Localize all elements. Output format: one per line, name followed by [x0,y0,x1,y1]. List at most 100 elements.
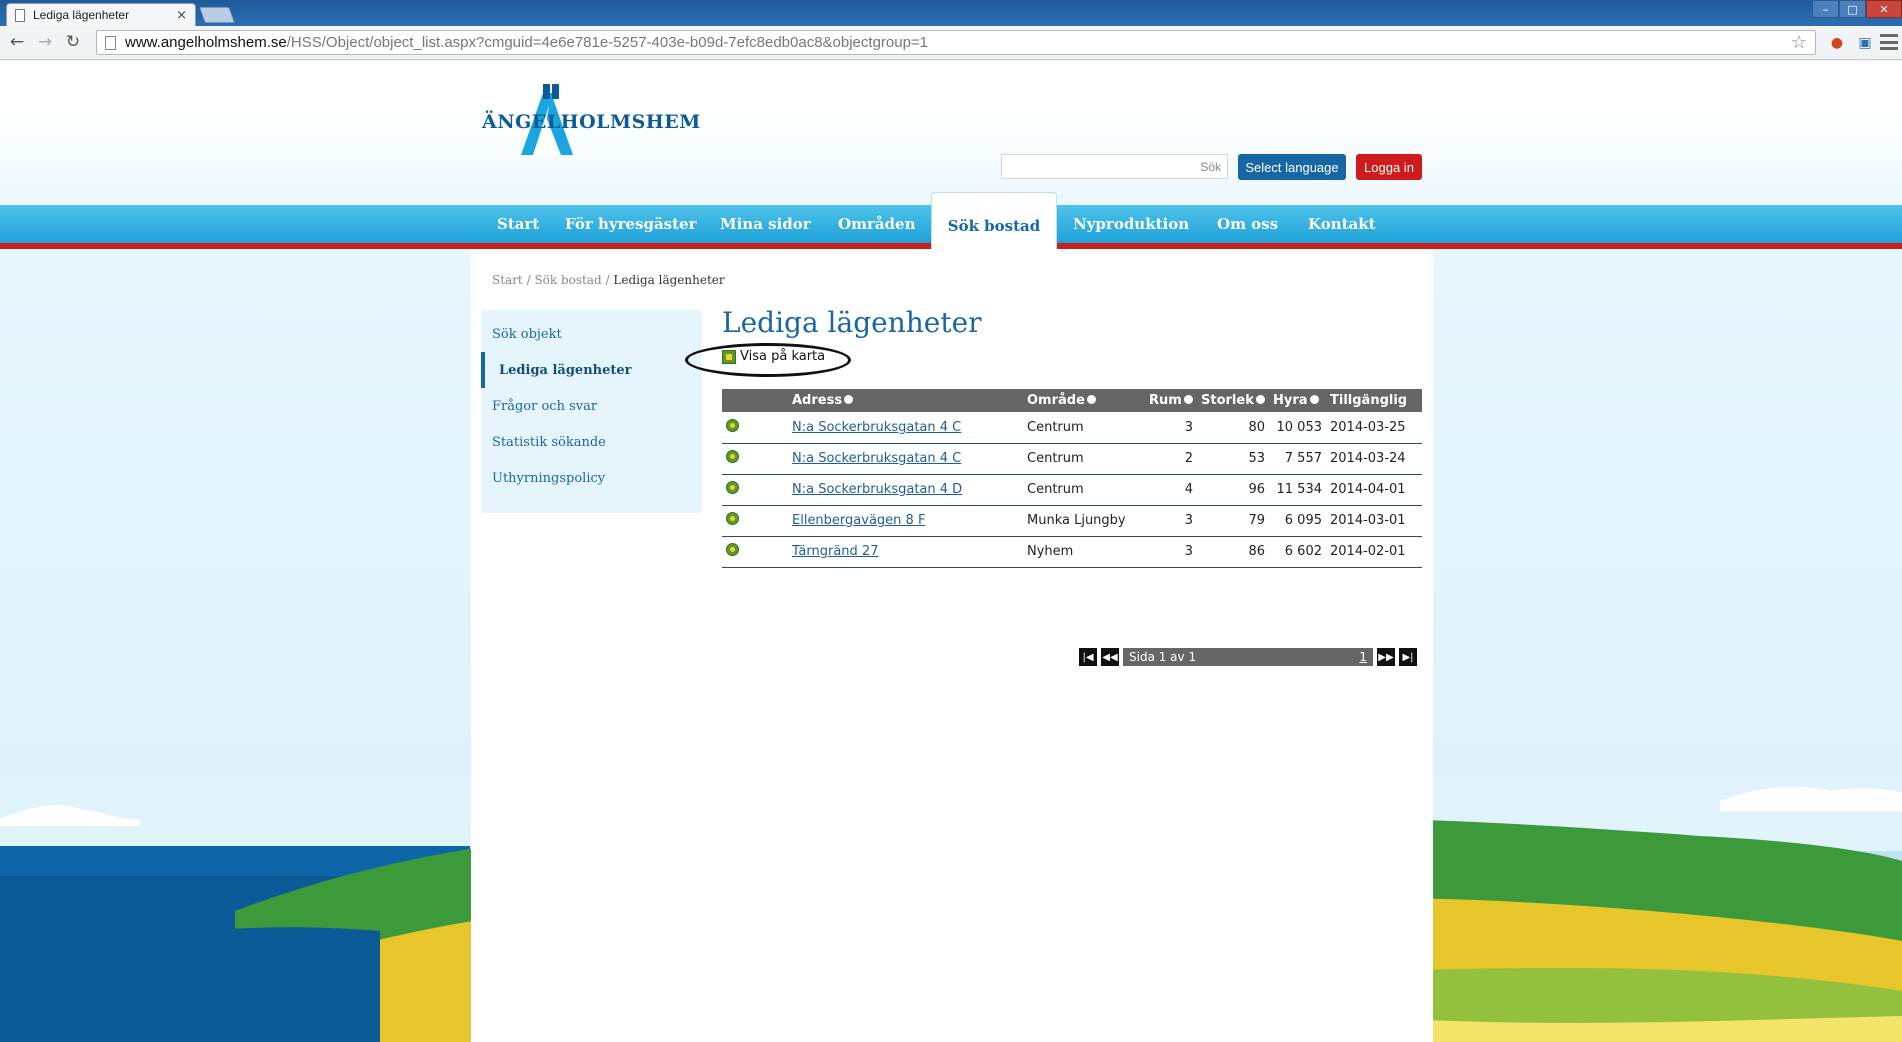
browser-title-bar: Lediga lägenheter × – □ ✕ [0,0,1902,26]
sidebar-item-lediga-lagenheter[interactable]: Lediga lägenheter [481,352,702,388]
breadcrumb: Start / Sök bostad / Lediga lägenheter [492,273,725,287]
sort-icon [844,395,854,404]
address-link[interactable]: N:a Sockerbruksgatan 4 D [792,482,962,497]
search-label: Sök [1200,159,1221,174]
pagination: |◀ ◀◀ Sida 1 av 1 1 ▶▶ ▶| [1079,648,1421,666]
nav-item-start[interactable]: Start [497,205,539,243]
browser-menu-icon[interactable] [1880,34,1898,50]
reload-button[interactable]: ↻ [62,31,84,53]
cell-rooms: 3 [1145,536,1197,568]
select-language-button[interactable]: Select language [1238,154,1346,180]
tab-title: Lediga lägenheter [33,8,130,22]
cell-area: Munka Ljungby [1023,505,1145,537]
cell-address: N:a Sockerbruksgatan 4 D [788,474,1023,506]
page-title: Lediga lägenheter [722,306,982,339]
nav-item-nyproduktion[interactable]: Nyproduktion [1073,205,1189,243]
cell-size: 86 [1197,536,1269,568]
previous-page-button[interactable]: ◀◀ [1101,648,1119,666]
sidebar-item-fragor-och-svar[interactable]: Frågor och svar [481,388,702,424]
address-link[interactable]: Tärngränd 27 [792,544,878,559]
cell-rooms: 3 [1145,412,1197,444]
login-button[interactable]: Logga in [1356,154,1422,180]
cell-size: 79 [1197,505,1269,537]
last-page-button[interactable]: ▶| [1399,648,1417,666]
sidebar-item-statistik-sokande[interactable]: Statistik sökande [481,424,702,460]
maximize-button[interactable]: □ [1839,0,1866,18]
first-page-button[interactable]: |◀ [1079,648,1097,666]
cell-area: Centrum [1023,443,1145,475]
cell-size: 80 [1197,412,1269,444]
sidebar-item-sok-objekt[interactable]: Sök objekt [481,316,702,352]
sidebar: Sök objekt Lediga lägenheter Frågor och … [481,310,702,513]
page-number-link[interactable]: 1 [1359,650,1367,664]
back-button[interactable]: ← [6,31,28,53]
highlight-ellipse [685,343,851,377]
column-header-hyra[interactable]: Hyra [1269,389,1326,412]
breadcrumb-separator: / [601,273,614,287]
breadcrumb-link-start[interactable]: Start [492,273,523,287]
search-input[interactable]: Sök [1001,154,1228,179]
url-host: www.angelholmshem.se [125,34,287,51]
bookmark-star-icon[interactable]: ☆ [1791,32,1807,53]
cell-address: N:a Sockerbruksgatan 4 C [788,412,1023,444]
column-header-rum[interactable]: Rum [1145,389,1197,412]
address-link[interactable]: N:a Sockerbruksgatan 4 C [792,451,961,466]
new-tab-button[interactable] [199,7,235,23]
address-bar[interactable]: www.angelholmshem.se/HSS/Object/object_l… [96,30,1816,55]
nav-item-om-oss[interactable]: Om oss [1217,205,1278,243]
cell-size: 53 [1197,443,1269,475]
cell-address: Ellenbergavägen 8 F [788,505,1023,537]
sort-icon [1309,395,1319,404]
cell-available: 2014-03-24 [1326,443,1422,475]
table-row: N:a Sockerbruksgatan 4 C Centrum 3 80 10… [722,412,1422,444]
cell-rent: 6 095 [1269,505,1326,537]
map-pin-icon[interactable] [726,418,739,432]
forward-button[interactable]: → [34,31,56,53]
cell-rooms: 2 [1145,443,1197,475]
browser-toolbar: ← → ↻ www.angelholmshem.se/HSS/Object/ob… [0,26,1902,60]
map-pin-icon[interactable] [726,481,739,494]
column-header-omrade[interactable]: Område [1023,389,1145,412]
cell-available: 2014-03-25 [1326,412,1422,444]
cell-rent: 6 602 [1269,536,1326,568]
address-link[interactable]: N:a Sockerbruksgatan 4 C [792,420,961,435]
breadcrumb-link-sok-bostad[interactable]: Sök bostad [534,273,601,287]
address-link[interactable]: Ellenbergavägen 8 F [792,513,925,528]
cell-area: Centrum [1023,474,1145,506]
minimize-button[interactable]: – [1812,0,1839,18]
page-icon [105,35,116,50]
apartments-table: Adress Område Rum Storlek Hyra Tillgängl… [722,389,1422,568]
cell-size: 96 [1197,474,1269,506]
breadcrumb-separator: / [522,273,535,287]
next-page-button[interactable]: ▶▶ [1377,648,1395,666]
nav-item-for-hyresgaster[interactable]: För hyresgäster [565,205,697,243]
column-header-storlek[interactable]: Storlek [1197,389,1269,412]
sidebar-item-uthyrningspolicy[interactable]: Uthyrningspolicy [481,460,702,496]
extension-icon[interactable]: ▣ [1854,32,1876,54]
cell-rooms: 3 [1145,505,1197,537]
browser-tab[interactable]: Lediga lägenheter × [6,3,196,26]
nav-item-kontakt[interactable]: Kontakt [1308,205,1376,243]
map-pin-icon[interactable] [726,512,739,525]
table-row: Ellenbergavägen 8 F Munka Ljungby 3 79 6… [722,505,1422,537]
map-pin-icon[interactable] [726,543,739,556]
table-row: N:a Sockerbruksgatan 4 C Centrum 2 53 7 … [722,443,1422,475]
column-header-adress[interactable]: Adress [788,389,1023,412]
table-header-row: Adress Område Rum Storlek Hyra Tillgängl… [722,389,1422,412]
web-page: ÄNGELHOLMSHEM Sök Select language Logga … [0,61,1902,1042]
column-header-tillganglig[interactable]: Tillgänglig [1326,389,1422,412]
nav-item-mina-sidor[interactable]: Mina sidor [720,205,811,243]
close-window-button[interactable]: ✕ [1866,0,1902,18]
nav-item-sok-bostad[interactable]: Sök bostad [931,192,1057,249]
map-pin-icon[interactable] [726,450,739,463]
cell-available: 2014-04-01 [1326,474,1422,506]
document-icon [15,8,25,22]
tab-close-icon[interactable]: × [176,8,187,23]
cell-address: N:a Sockerbruksgatan 4 C [788,443,1023,475]
cell-rent: 11 534 [1269,474,1326,506]
extension-icon[interactable]: ● [1826,32,1848,54]
nav-item-omraden[interactable]: Områden [838,205,916,243]
page-info: Sida 1 av 1 1 [1123,648,1373,666]
cell-area: Nyhem [1023,536,1145,568]
cell-rooms: 4 [1145,474,1197,506]
